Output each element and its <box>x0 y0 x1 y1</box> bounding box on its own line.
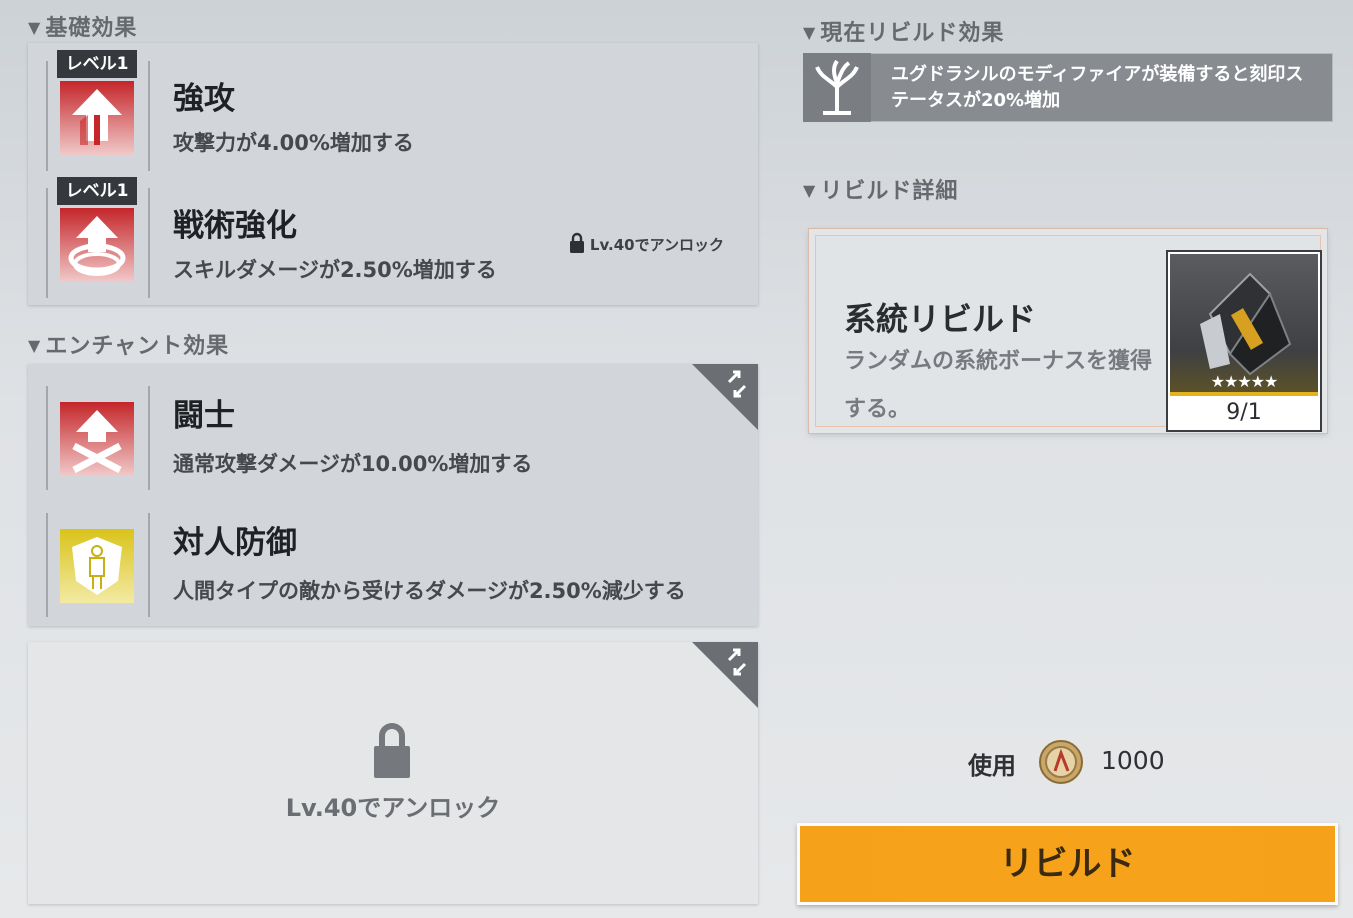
level-badge: レベル1 <box>57 177 137 205</box>
collapse-triangle-icon: ▼ <box>803 181 817 200</box>
effect-description: 攻撃力が4.00%増加する <box>173 131 414 155</box>
attack-up-icon <box>60 81 134 155</box>
section-title-rebuild-detail: ▼ リビルド詳細 <box>803 173 958 205</box>
yggdrasil-tree-icon <box>815 59 859 115</box>
current-rebuild-text: ユグドラシルのモディファイアが装備すると刻印ステータスが20%増加 <box>891 64 1304 111</box>
lock-icon <box>569 232 584 253</box>
rebuild-option-description: ランダムの系統ボーナスを獲得する。 <box>844 349 1153 422</box>
effect-row-tactics: レベル1 戦術強化 Lv.40でアンロック スキルダメージが2.50%増加する <box>28 170 758 298</box>
material-item-card[interactable]: ★★★★★ 9/1 <box>1166 250 1322 432</box>
effect-description: 通常攻撃ダメージが10.00%増加する <box>173 452 533 476</box>
fighter-icon <box>60 402 134 476</box>
effect-description: 人間タイプの敵から受けるダメージが2.50%減少する <box>173 579 686 603</box>
effect-name: 強攻 <box>173 81 235 117</box>
unlock-requirement: Lv.40でアンロック <box>569 232 724 255</box>
rebuild-option-inner: 系統リビルド ランダムの系統ボーナスを獲得する。 ★★★★★ 9/1 <box>815 235 1322 432</box>
section-title-enchant: ▼ エンチャント効果 <box>28 328 229 360</box>
lock-icon <box>374 723 410 778</box>
locked-slot-text: Lv.40でアンロック <box>285 794 501 822</box>
enchant-effects-panel: 闘士 通常攻撃ダメージが10.00%増加する 対人防御 人間タイプの敵から受ける… <box>28 364 758 626</box>
rebuild-button[interactable]: リビルド <box>797 823 1338 905</box>
skill-damage-icon <box>60 208 134 282</box>
collapse-triangle-icon: ▼ <box>803 23 817 42</box>
section-title-basic-text: 基礎効果 <box>45 16 138 41</box>
effect-row-attack: レベル1 強攻 攻撃力が4.00%増加する <box>28 43 758 171</box>
rarity-stars: ★★★★★ <box>1210 372 1279 391</box>
reroll-icon[interactable] <box>721 646 753 678</box>
rebuild-option-card[interactable]: 系統リビルド ランダムの系統ボーナスを獲得する。 ★★★★★ 9/1 <box>809 229 1327 433</box>
human-defense-icon <box>60 529 134 603</box>
coin-icon <box>1039 740 1083 784</box>
cost-value: 1000 <box>1101 746 1165 775</box>
section-title-basic: ▼ 基礎効果 <box>28 10 137 42</box>
rebuild-option-title: 系統リビルド <box>844 300 1037 338</box>
effect-row-fighter: 闘士 通常攻撃ダメージが10.00%増加する <box>28 364 758 490</box>
effect-name: 闘士 <box>173 398 235 434</box>
cost-label: 使用 <box>968 752 1016 780</box>
section-title-current-rebuild: ▼ 現在リビルド効果 <box>803 15 1004 47</box>
locked-enchant-slot: Lv.40でアンロック <box>28 642 758 904</box>
basic-effects-panel: レベル1 強攻 攻撃力が4.00%増加する レベル1 戦術強化 Lv.40でアン… <box>28 43 758 305</box>
collapse-triangle-icon: ▼ <box>28 18 42 37</box>
rarity-bar <box>1170 392 1318 396</box>
level-badge: レベル1 <box>57 50 137 78</box>
material-quantity: 9/1 <box>1226 400 1262 425</box>
effect-description: スキルダメージが2.50%増加する <box>173 258 497 282</box>
section-title-rebuild-detail-text: リビルド詳細 <box>820 179 959 204</box>
effect-name: 戦術強化 <box>173 208 297 244</box>
unlock-requirement-text: Lv.40でアンロック <box>589 236 724 254</box>
section-title-enchant-text: エンチャント効果 <box>45 334 230 359</box>
current-rebuild-effect: ユグドラシルのモディファイアが装備すると刻印ステータスが20%増加 <box>803 53 1333 122</box>
effect-row-human-defense: 対人防御 人間タイプの敵から受けるダメージが2.50%減少する <box>28 491 758 617</box>
yggdrasil-icon-bg <box>803 53 871 122</box>
material-item-image: ★★★★★ <box>1170 254 1318 392</box>
section-title-current-rebuild-text: 現在リビルド効果 <box>820 21 1005 46</box>
collapse-triangle-icon: ▼ <box>28 336 42 355</box>
effect-name: 対人防御 <box>173 525 297 561</box>
